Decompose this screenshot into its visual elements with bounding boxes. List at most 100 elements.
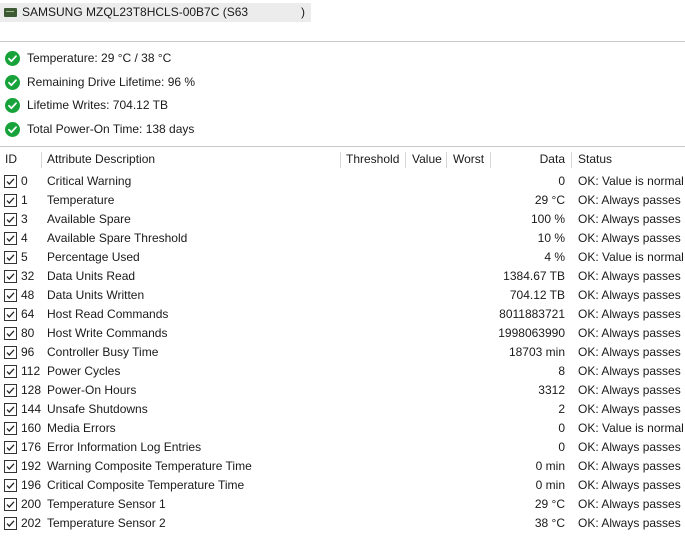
- divider: [0, 146, 685, 147]
- row-checkbox[interactable]: [4, 327, 17, 340]
- summary-text: Total Power-On Time: 138 days: [27, 122, 195, 136]
- row-status: OK: Value is normal: [578, 421, 684, 435]
- row-status: OK: Always passes: [578, 497, 681, 511]
- row-checkbox[interactable]: [4, 175, 17, 188]
- column-header-threshold[interactable]: Threshold: [346, 150, 399, 169]
- row-checkbox[interactable]: [4, 232, 17, 245]
- column-header-description[interactable]: Attribute Description: [47, 150, 155, 169]
- summary-item: Remaining Drive Lifetime: 96 %: [5, 74, 195, 90]
- row-checkbox[interactable]: [4, 384, 17, 397]
- row-checkbox[interactable]: [4, 289, 17, 302]
- table-row[interactable]: 96 Controller Busy Time 18703 min OK: Alway…: [0, 343, 685, 362]
- row-description: Temperature Sensor 2: [47, 516, 166, 530]
- table-row[interactable]: 4 Available Spare Threshold 10 % OK: Always…: [0, 229, 685, 248]
- row-checkbox[interactable]: [4, 498, 17, 511]
- row-description: Error Information Log Entries: [47, 440, 202, 454]
- row-checkbox[interactable]: [4, 479, 17, 492]
- column-separator[interactable]: [490, 152, 491, 168]
- row-id: 32: [21, 269, 35, 283]
- column-separator[interactable]: [446, 152, 447, 168]
- row-data: 18703 min: [508, 345, 565, 359]
- row-checkbox[interactable]: [4, 422, 17, 435]
- row-checkbox[interactable]: [4, 517, 17, 530]
- table-row[interactable]: 192 Warning Composite Temperature Time 0 m…: [0, 457, 685, 476]
- row-data: 1384.67 TB: [503, 269, 565, 283]
- row-description: Temperature: [47, 193, 115, 207]
- row-description: Unsafe Shutdowns: [47, 402, 148, 416]
- row-id: 112: [21, 364, 41, 378]
- row-status: OK: Value is normal: [578, 250, 684, 264]
- row-status: OK: Always passes: [578, 383, 681, 397]
- table-row[interactable]: 144 Unsafe Shutdowns 2 OK: Always passes: [0, 400, 685, 419]
- table-row[interactable]: 128 Power-On Hours 3312 OK: Always passes: [0, 381, 685, 400]
- row-data: 4 %: [544, 250, 565, 264]
- row-checkbox[interactable]: [4, 270, 17, 283]
- row-data: 10 %: [537, 231, 565, 245]
- row-checkbox[interactable]: [4, 365, 17, 378]
- row-checkbox[interactable]: [4, 403, 17, 416]
- table-row[interactable]: 112 Power Cycles 8 OK: Always passes: [0, 362, 685, 381]
- row-description: Controller Busy Time: [47, 345, 159, 359]
- table-row[interactable]: 176 Error Information Log Entries 0 OK: Alw…: [0, 438, 685, 457]
- row-data: 8011883721: [499, 307, 565, 321]
- row-status: OK: Always passes: [578, 212, 681, 226]
- row-checkbox[interactable]: [4, 460, 17, 473]
- column-header-data[interactable]: Data: [540, 150, 565, 169]
- row-status: OK: Always passes: [578, 459, 681, 473]
- row-checkbox[interactable]: [4, 441, 17, 454]
- row-checkbox[interactable]: [4, 308, 17, 321]
- row-description: Critical Warning: [47, 174, 132, 188]
- drive-icon: [4, 8, 17, 17]
- row-status: OK: Always passes: [578, 516, 681, 530]
- row-data: 0 min: [535, 459, 565, 473]
- row-id: 3: [21, 212, 28, 226]
- row-checkbox[interactable]: [4, 346, 17, 359]
- row-status: OK: Always passes: [578, 402, 681, 416]
- table-row[interactable]: 3 Available Spare 100 % OK: Always passes: [0, 210, 685, 229]
- table-row[interactable]: 202 Temperature Sensor 2 38 °C OK: Always p…: [0, 514, 685, 533]
- row-checkbox[interactable]: [4, 194, 17, 207]
- row-data: 100 %: [530, 212, 565, 226]
- table-row[interactable]: 32 Data Units Read 1384.67 TB OK: Always pa…: [0, 267, 685, 286]
- row-description: Warning Composite Temperature Time: [47, 459, 252, 473]
- row-data: 704.12 TB: [509, 288, 565, 302]
- column-header-status[interactable]: Status: [578, 150, 612, 169]
- table-row[interactable]: 160 Media Errors 0 OK: Value is normal: [0, 419, 685, 438]
- row-checkbox[interactable]: [4, 251, 17, 264]
- row-status: OK: Always passes: [578, 193, 681, 207]
- row-description: Data Units Read: [47, 269, 136, 283]
- column-separator[interactable]: [405, 152, 406, 168]
- row-data: 29 °C: [534, 193, 565, 207]
- table-row[interactable]: 80 Host Write Commands 1998063990 OK: Alway…: [0, 324, 685, 343]
- table-row[interactable]: 5 Percentage Used 4 % OK: Value is normal: [0, 248, 685, 267]
- column-header-worst[interactable]: Worst: [453, 150, 484, 169]
- row-status: OK: Value is normal: [578, 174, 684, 188]
- table-row[interactable]: 1 Temperature 29 °C OK: Always passes: [0, 191, 685, 210]
- table-row[interactable]: 196 Critical Composite Temperature Time 0 …: [0, 476, 685, 495]
- row-status: OK: Always passes: [578, 364, 681, 378]
- column-separator[interactable]: [41, 152, 42, 168]
- table-row[interactable]: 64 Host Read Commands 8011883721 OK: Always…: [0, 305, 685, 324]
- divider: [0, 41, 685, 42]
- ok-check-icon: [5, 121, 20, 137]
- drive-name: SAMSUNG MZQL23T8HCLS-00B7C (S63: [22, 5, 249, 19]
- row-data: 0: [558, 174, 565, 188]
- table-row[interactable]: 0 Critical Warning 0 OK: Value is normal: [0, 172, 685, 191]
- column-separator[interactable]: [340, 152, 341, 168]
- row-id: 160: [21, 421, 42, 435]
- column-header-id[interactable]: ID: [5, 150, 17, 169]
- row-status: OK: Always passes: [578, 307, 681, 321]
- row-data: 29 °C: [534, 497, 565, 511]
- row-data: 38 °C: [534, 516, 565, 530]
- row-description: Available Spare Threshold: [47, 231, 188, 245]
- table-row[interactable]: 48 Data Units Written 704.12 TB OK: Always …: [0, 286, 685, 305]
- row-data: 1998063990: [498, 326, 565, 340]
- row-description: Temperature Sensor 1: [47, 497, 166, 511]
- row-description: Critical Composite Temperature Time: [47, 478, 245, 492]
- row-data: 0 min: [535, 478, 565, 492]
- row-checkbox[interactable]: [4, 213, 17, 226]
- table-row[interactable]: 200 Temperature Sensor 1 29 °C OK: Always p…: [0, 495, 685, 514]
- column-separator[interactable]: [571, 152, 572, 168]
- row-id: 5: [21, 250, 28, 264]
- column-header-value[interactable]: Value: [412, 150, 442, 169]
